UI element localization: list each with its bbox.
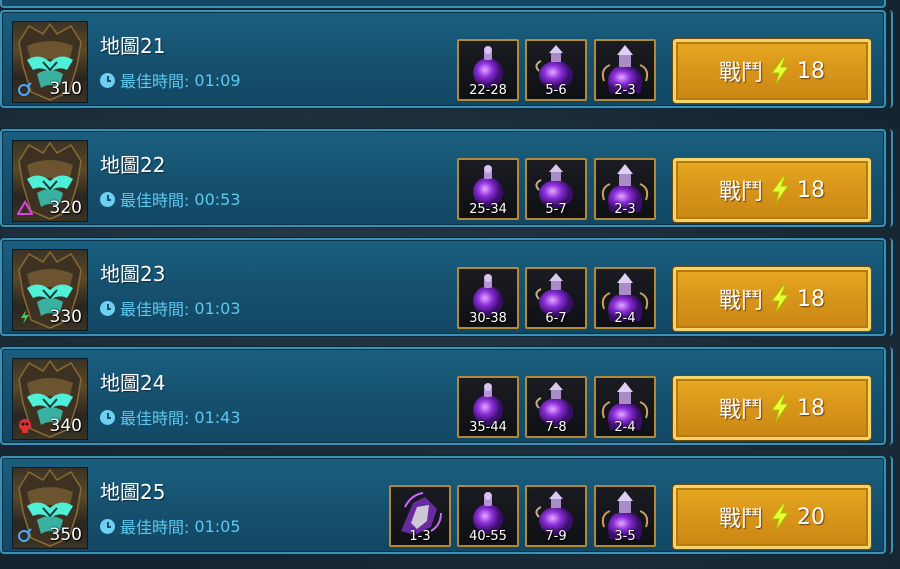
boss-level: 310	[49, 79, 82, 99]
reward-slot[interactable]: 2-4	[594, 267, 656, 329]
reward-quantity: 2-4	[614, 311, 636, 326]
reward-slot[interactable]: 25-34	[457, 158, 519, 220]
best-time-value: 01:03	[194, 298, 241, 318]
clock-icon	[100, 191, 115, 207]
reward-quantity: 5-6	[545, 83, 567, 98]
energy-cost: 18	[797, 177, 825, 203]
boss-portrait: 330	[12, 249, 88, 331]
best-time-label: 最佳時間:	[120, 518, 190, 537]
fight-label: 戰鬥	[718, 289, 763, 314]
best-time-value: 01:05	[194, 516, 241, 536]
reward-quantity: 3-5	[614, 529, 636, 544]
reward-quantity: 2-3	[614, 202, 636, 217]
best-time: 最佳時間: 00:53	[100, 187, 241, 211]
reward-quantity: 35-44	[469, 420, 507, 435]
reward-slot[interactable]: 1-3	[389, 485, 451, 547]
energy-bolt-icon	[771, 394, 789, 422]
fight-label: 戰鬥	[718, 507, 763, 532]
stage-title: 地圖24	[100, 371, 166, 395]
fight-label: 戰鬥	[718, 398, 763, 423]
fight-button[interactable]: 戰鬥 18	[673, 376, 871, 440]
fight-label: 戰鬥	[718, 61, 763, 86]
best-time-value: 01:09	[194, 70, 241, 90]
stage-row[interactable]: 340 地圖24 最佳時間: 01:43 35-44 7-8 2-4 戰鬥 18	[0, 347, 893, 445]
clock-icon	[100, 300, 115, 316]
boss-portrait: 350	[12, 467, 88, 549]
reward-slot[interactable]: 6-7	[525, 267, 587, 329]
boss-level: 330	[49, 307, 82, 327]
stage-title: 地圖21	[100, 34, 166, 58]
reward-slot[interactable]: 40-55	[457, 485, 519, 547]
reward-slot[interactable]: 30-38	[457, 267, 519, 329]
reward-slot[interactable]: 35-44	[457, 376, 519, 438]
reward-slot[interactable]: 3-5	[594, 485, 656, 547]
energy-cost: 18	[797, 395, 825, 421]
stage-title: 地圖22	[100, 153, 166, 177]
reward-slot[interactable]: 7-9	[525, 485, 587, 547]
energy-bolt-icon	[771, 285, 789, 313]
reward-slot[interactable]: 2-4	[594, 376, 656, 438]
fight-button[interactable]: 戰鬥 18	[673, 158, 871, 222]
reward-quantity: 6-7	[545, 311, 567, 326]
reward-slot[interactable]: 2-3	[594, 39, 656, 101]
fight-label: 戰鬥	[718, 180, 763, 205]
previous-stage-row-partial	[0, 0, 886, 8]
best-time-value: 00:53	[194, 189, 241, 209]
stage-row[interactable]: 350 地圖25 最佳時間: 01:05 1-3 40-55 7-9 3-5 戰鬥 20	[0, 456, 893, 554]
boss-level: 320	[49, 198, 82, 218]
stage-row[interactable]: 330 地圖23 最佳時間: 01:03 30-38 6-7 2-4 戰鬥 18	[0, 238, 893, 336]
reward-quantity: 2-4	[614, 420, 636, 435]
best-time: 最佳時間: 01:09	[100, 68, 241, 92]
best-time-label: 最佳時間:	[120, 72, 190, 91]
fight-button[interactable]: 戰鬥 20	[673, 485, 871, 549]
stage-title: 地圖23	[100, 262, 166, 286]
reward-quantity: 7-9	[545, 529, 567, 544]
void-affinity-icon	[17, 418, 33, 434]
fight-button[interactable]: 戰鬥 18	[673, 267, 871, 331]
energy-bolt-icon	[771, 57, 789, 85]
clock-icon	[100, 72, 115, 88]
reward-quantity: 40-55	[469, 529, 507, 544]
reward-quantity: 22-28	[469, 83, 507, 98]
best-time: 最佳時間: 01:05	[100, 514, 241, 538]
spirit-affinity-icon	[16, 200, 34, 216]
boss-level: 340	[49, 416, 82, 436]
reward-quantity: 25-34	[469, 202, 507, 217]
reward-quantity: 30-38	[469, 311, 507, 326]
clock-icon	[100, 409, 115, 425]
energy-cost: 18	[797, 286, 825, 312]
best-time-label: 最佳時間:	[120, 300, 190, 319]
clock-icon	[100, 518, 115, 534]
boss-portrait: 310	[12, 21, 88, 103]
reward-slot[interactable]: 22-28	[457, 39, 519, 101]
boss-level: 350	[49, 525, 82, 545]
reward-quantity: 7-8	[545, 420, 567, 435]
best-time-label: 最佳時間:	[120, 191, 190, 210]
best-time-label: 最佳時間:	[120, 409, 190, 428]
reward-slot[interactable]: 7-8	[525, 376, 587, 438]
boss-portrait: 320	[12, 140, 88, 222]
energy-cost: 18	[797, 58, 825, 84]
magic-affinity-icon	[17, 527, 33, 543]
reward-quantity: 2-3	[614, 83, 636, 98]
best-time-value: 01:43	[194, 407, 241, 427]
reward-quantity: 1-3	[409, 529, 431, 544]
stage-row[interactable]: 310 地圖21 最佳時間: 01:09 22-28 5-6 2-3 戰鬥 18	[0, 10, 893, 108]
energy-bolt-icon	[771, 503, 789, 531]
reward-quantity: 5-7	[545, 202, 567, 217]
energy-bolt-icon	[771, 176, 789, 204]
stage-title: 地圖25	[100, 480, 166, 504]
stage-row[interactable]: 320 地圖22 最佳時間: 00:53 25-34 5-7 2-3 戰鬥 18	[0, 129, 893, 227]
fight-button[interactable]: 戰鬥 18	[673, 39, 871, 103]
force-affinity-icon	[17, 309, 33, 325]
best-time: 最佳時間: 01:03	[100, 296, 241, 320]
reward-slot[interactable]: 5-6	[525, 39, 587, 101]
reward-slot[interactable]: 2-3	[594, 158, 656, 220]
magic-affinity-icon	[17, 81, 33, 97]
best-time: 最佳時間: 01:43	[100, 405, 241, 429]
energy-cost: 20	[797, 504, 825, 530]
reward-slot[interactable]: 5-7	[525, 158, 587, 220]
boss-portrait: 340	[12, 358, 88, 440]
